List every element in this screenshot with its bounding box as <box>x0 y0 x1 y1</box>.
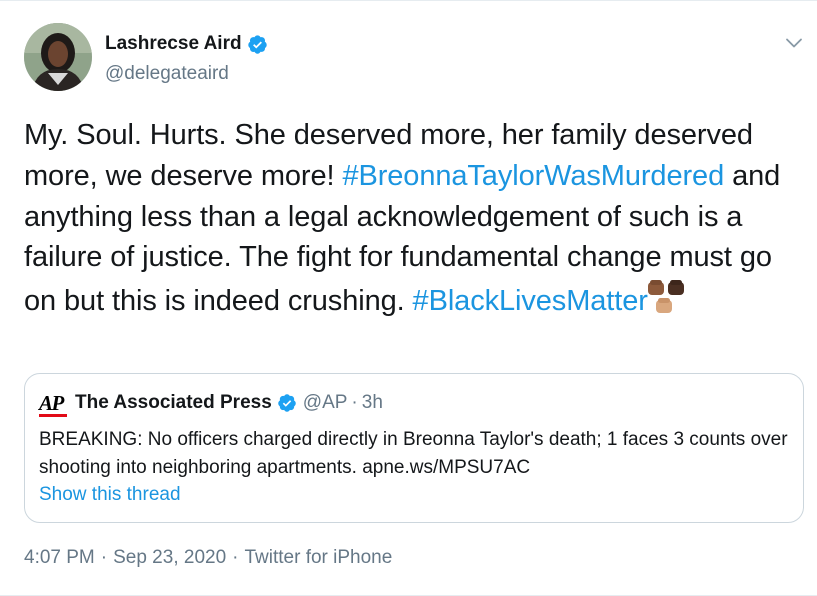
hashtag-black-lives-matter[interactable]: #BlackLivesMatter <box>413 285 648 317</box>
quoted-tweet[interactable]: AP The Associated Press @AP · 3h BREAKIN… <box>24 373 804 523</box>
quoted-tweet-header: AP The Associated Press @AP · 3h <box>39 391 383 417</box>
avatar[interactable] <box>24 23 92 91</box>
footer-separator: · <box>100 547 108 568</box>
fist-icon <box>667 280 684 296</box>
ap-logo: AP <box>39 391 67 417</box>
ap-logo-bar <box>39 414 67 417</box>
tweet-date[interactable]: Sep 23, 2020 <box>113 547 226 568</box>
quoted-author-name[interactable]: The Associated Press <box>75 392 272 414</box>
tweet-footer-meta: 4:07 PM · Sep 23, 2020 · Twitter for iPhone <box>24 547 392 569</box>
quoted-tweet-text: BREAKING: No officers charged directly i… <box>39 429 788 478</box>
tweet-text: My. Soul. Hurts. She deserved more, her … <box>24 115 804 322</box>
ap-logo-text: AP <box>39 391 64 415</box>
tweet-source[interactable]: Twitter for iPhone <box>244 547 392 568</box>
footer-separator: · <box>232 547 239 568</box>
avatar-image <box>24 23 92 91</box>
chevron-down-icon[interactable] <box>784 33 804 53</box>
tweet-time[interactable]: 4:07 PM <box>24 547 95 568</box>
quoted-timestamp[interactable]: 3h <box>362 392 383 414</box>
author-name[interactable]: Lashrecse Aird <box>105 33 242 55</box>
verified-badge-icon <box>247 34 267 54</box>
quoted-meta-separator: · <box>351 392 358 413</box>
author-handle[interactable]: @delegateaird <box>105 63 229 85</box>
quoted-author-handle[interactable]: @AP <box>303 392 348 414</box>
raised-fists-emoji <box>646 278 690 316</box>
tweet-card: Lashrecse Aird @delegateaird My. Soul. H… <box>0 0 817 596</box>
fist-icon <box>647 280 664 296</box>
author-name-row[interactable]: Lashrecse Aird <box>105 33 268 55</box>
fist-icon <box>655 298 672 314</box>
hashtag-breonna-taylor[interactable]: #BreonnaTaylorWasMurdered <box>342 160 724 192</box>
verified-badge-icon <box>278 394 296 412</box>
show-thread-link[interactable]: Show this thread <box>39 484 181 506</box>
